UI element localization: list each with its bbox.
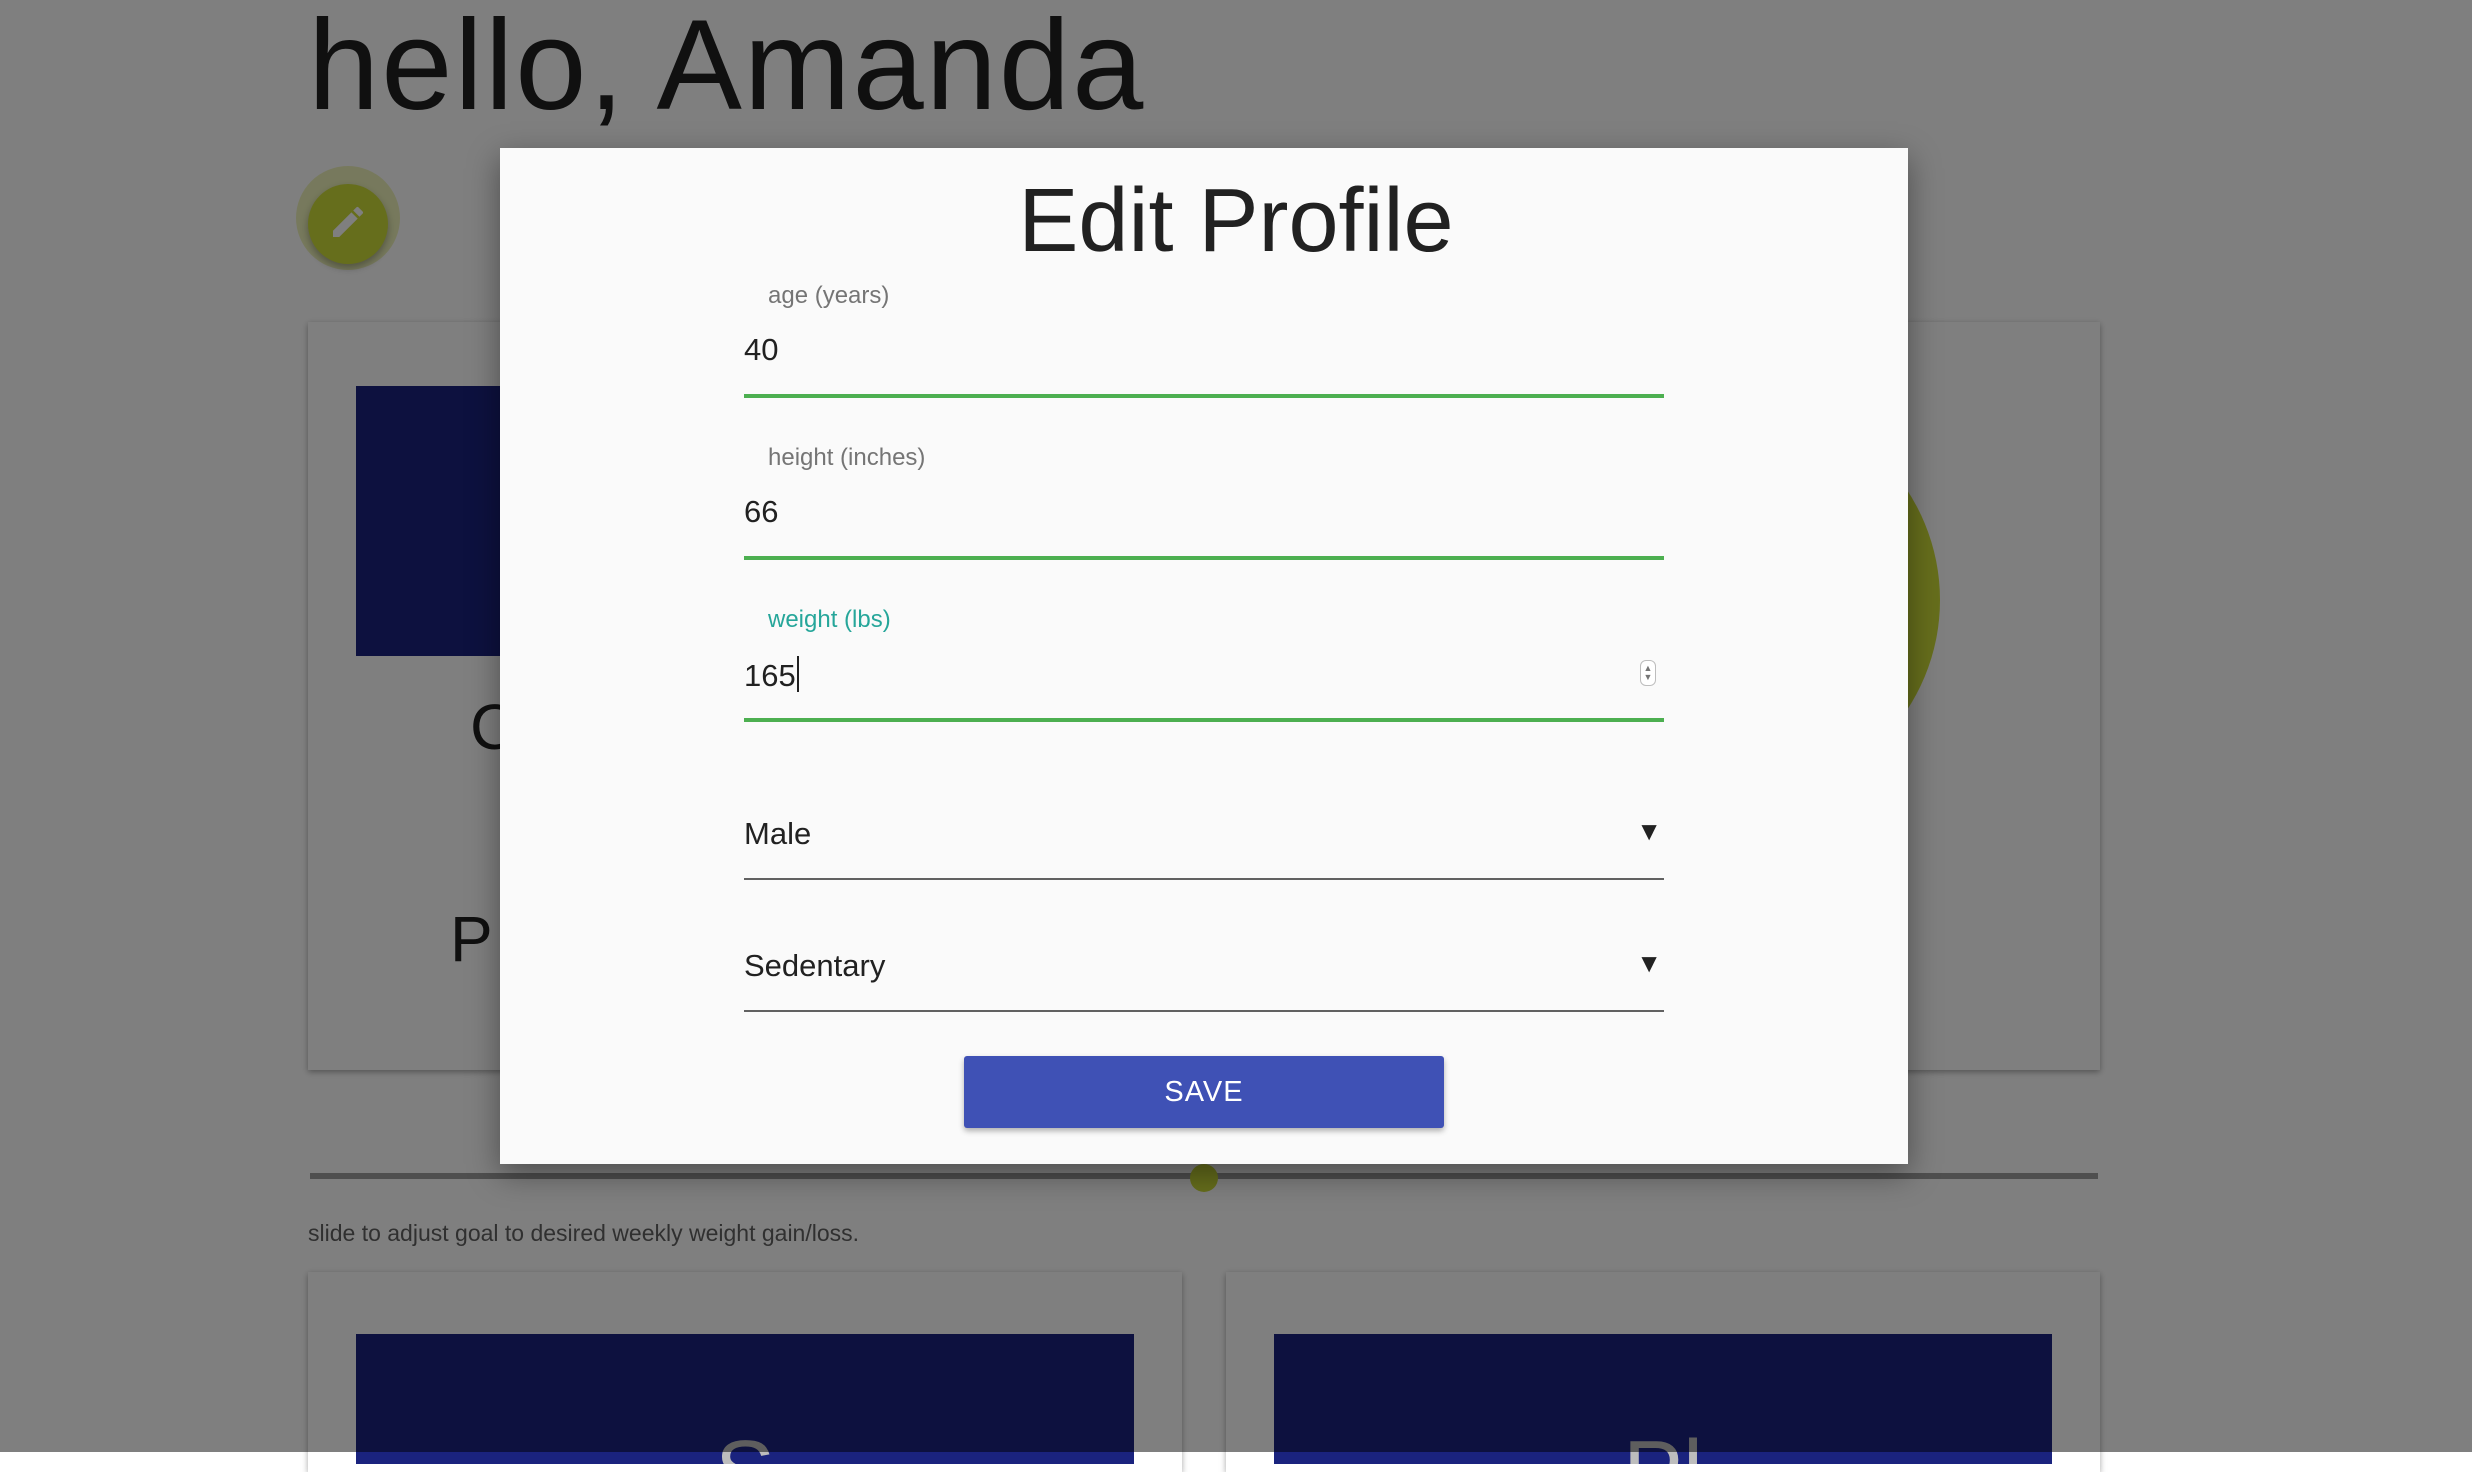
sex-select[interactable]: Male ▼ bbox=[744, 816, 1664, 880]
weight-underline bbox=[744, 718, 1664, 722]
weight-input-value: 165 bbox=[744, 658, 796, 693]
dialog-title: Edit Profile bbox=[1018, 171, 1454, 271]
age-field[interactable]: age (years) 40 bbox=[744, 282, 1664, 402]
height-label: height (inches) bbox=[768, 444, 926, 471]
age-label: age (years) bbox=[768, 282, 890, 309]
weight-label: weight (lbs) bbox=[768, 606, 891, 633]
dropdown-arrow-icon: ▼ bbox=[1636, 816, 1662, 846]
stepper-down-icon[interactable]: ▼ bbox=[1644, 673, 1653, 682]
age-underline bbox=[744, 394, 1664, 398]
sex-select-underline bbox=[744, 878, 1664, 880]
weight-stepper[interactable]: ▲ ▼ bbox=[1640, 660, 1656, 686]
weight-input[interactable]: 165 bbox=[744, 656, 799, 694]
height-input[interactable]: 66 bbox=[744, 494, 778, 530]
weight-field[interactable]: weight (lbs) 165 ▲ ▼ bbox=[744, 606, 1664, 726]
text-caret bbox=[796, 656, 799, 692]
activity-select-value: Sedentary bbox=[744, 948, 886, 983]
sex-select-value: Male bbox=[744, 816, 812, 851]
height-field[interactable]: height (inches) 66 bbox=[744, 444, 1664, 564]
age-input[interactable]: 40 bbox=[744, 332, 778, 368]
dropdown-arrow-icon: ▼ bbox=[1636, 948, 1662, 978]
activity-select-underline bbox=[744, 1010, 1664, 1012]
save-button[interactable]: SAVE bbox=[964, 1056, 1444, 1128]
height-underline bbox=[744, 556, 1664, 560]
activity-select[interactable]: Sedentary ▼ bbox=[744, 948, 1664, 1012]
